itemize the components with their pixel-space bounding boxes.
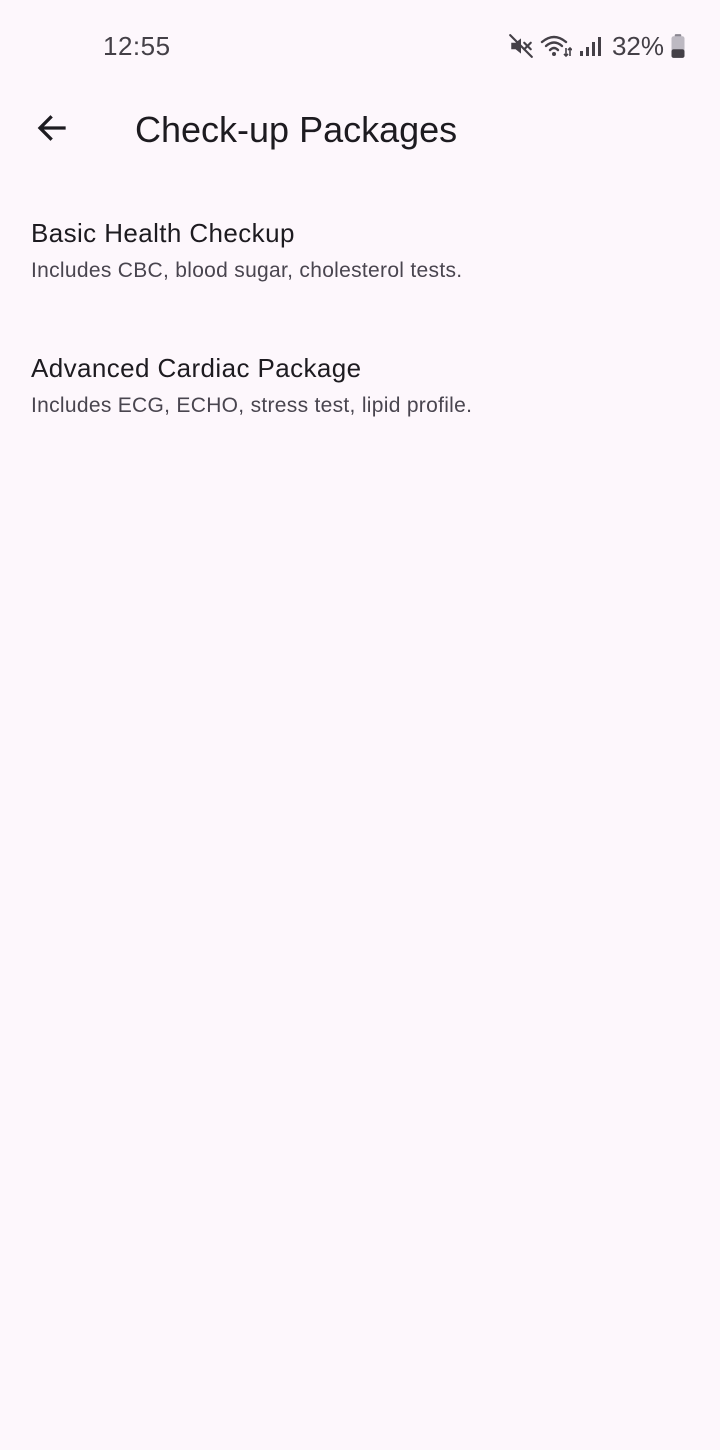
- page-title: Check-up Packages: [135, 109, 458, 150]
- checkup-packages-screen: 12:55 32% Check-up Packages Basic Health…: [0, 0, 720, 1450]
- battery-percent: 32%: [611, 31, 664, 61]
- status-time: 12:55: [103, 31, 171, 61]
- arrow-back-icon: [34, 110, 70, 151]
- status-bar: 12:55 32%: [0, 0, 720, 92]
- package-item-basic-health-checkup[interactable]: Basic Health Checkup Includes CBC, blood…: [0, 200, 720, 335]
- wifi-icon: [540, 33, 572, 59]
- status-icons: 32%: [508, 30, 686, 62]
- package-title: Basic Health Checkup: [31, 218, 295, 248]
- signal-icon: [578, 33, 602, 59]
- mute-icon: [508, 33, 534, 59]
- package-item-advanced-cardiac-package[interactable]: Advanced Cardiac Package Includes ECG, E…: [0, 335, 720, 470]
- package-description: Includes ECG, ECHO, stress test, lipid p…: [31, 394, 473, 417]
- battery-icon: [670, 33, 686, 59]
- package-title: Advanced Cardiac Package: [31, 353, 362, 383]
- package-description: Includes CBC, blood sugar, cholesterol t…: [31, 259, 463, 282]
- back-button[interactable]: [22, 100, 82, 160]
- package-list: Basic Health Checkup Includes CBC, blood…: [0, 200, 720, 470]
- app-bar: Check-up Packages: [0, 92, 720, 168]
